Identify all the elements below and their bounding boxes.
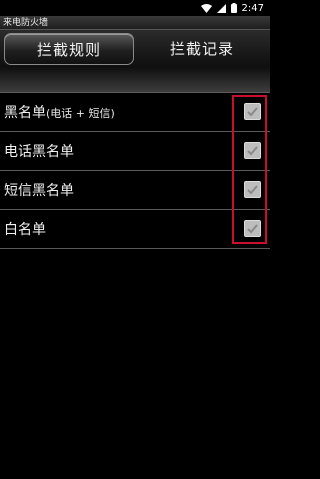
- rule-label: 白名单: [4, 222, 46, 238]
- rule-row-whitelist[interactable]: 白名单: [0, 210, 270, 249]
- status-bar: 2:47: [0, 0, 270, 16]
- rule-label: 电话黑名单: [4, 144, 74, 160]
- tab-intercept-records[interactable]: 拦截记录: [138, 33, 266, 63]
- signal-icon: [216, 3, 226, 13]
- rule-checkbox[interactable]: [244, 103, 261, 120]
- rule-label: 短信黑名单: [4, 183, 74, 199]
- wifi-icon: [200, 3, 212, 13]
- tab-bar: 拦截规则 拦截记录: [0, 30, 270, 92]
- rule-row-call-blacklist[interactable]: 电话黑名单: [0, 132, 270, 171]
- rule-checkbox[interactable]: [244, 142, 261, 159]
- status-time: 2:47: [241, 2, 264, 14]
- rule-row-blacklist[interactable]: 黑名单(电话 + 短信): [0, 92, 270, 132]
- battery-icon: [230, 3, 237, 13]
- tab-intercept-rules[interactable]: 拦截规则: [4, 33, 134, 65]
- rule-checkbox[interactable]: [244, 220, 261, 237]
- rule-checkbox[interactable]: [244, 181, 261, 198]
- rule-label: 黑名单(电话 + 短信): [4, 105, 115, 121]
- rule-row-sms-blacklist[interactable]: 短信黑名单: [0, 171, 270, 210]
- rule-list: 黑名单(电话 + 短信) 电话黑名单 短信黑名单 白名单: [0, 92, 270, 249]
- window-title: 来电防火墙: [0, 16, 270, 30]
